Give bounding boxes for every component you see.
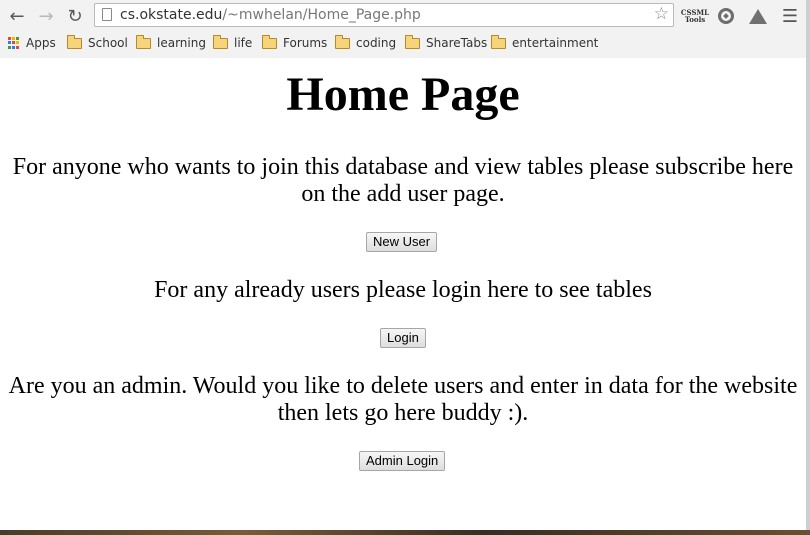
url-text[interactable]: cs.okstate.edu/~mwhelan/Home_Page.php <box>120 7 421 23</box>
bookmark-learning[interactable]: learning <box>136 34 206 52</box>
bookmark-life[interactable]: life <box>213 34 252 52</box>
bookmark-sharetabs[interactable]: ShareTabs <box>405 34 487 52</box>
folder-icon <box>213 34 228 49</box>
bookmark-star-icon[interactable]: ☆ <box>654 4 669 24</box>
subscribe-text: For anyone who wants to join this databa… <box>12 154 794 207</box>
bookmark-label: entertainment <box>512 36 599 50</box>
folder-icon <box>335 34 350 49</box>
cssml-tools-extension-icon[interactable]: CSSML Tools <box>681 5 709 27</box>
bookmark-label: coding <box>356 36 397 50</box>
desktop-background-strip <box>0 530 810 535</box>
folder-icon <box>67 34 82 49</box>
bookmark-label: learning <box>157 36 206 50</box>
page-title: Home Page <box>286 68 520 121</box>
url-host: cs.okstate.edu <box>120 7 223 23</box>
url-path: /~mwhelan/Home_Page.php <box>222 7 421 23</box>
folder-icon <box>262 34 277 49</box>
page-content: Home Page For anyone who wants to join t… <box>0 58 806 530</box>
folder-icon <box>405 34 420 49</box>
bookmark-label: ShareTabs <box>426 36 488 50</box>
bookmark-school[interactable]: School <box>67 34 128 52</box>
page-icon <box>102 8 112 21</box>
compass-extension-icon[interactable] <box>715 5 737 27</box>
forward-arrow-icon[interactable]: → <box>35 5 57 27</box>
bookmark-forums[interactable]: Forums <box>262 34 327 52</box>
browser-toolbar: ← → ↻ cs.okstate.edu/~mwhelan/Home_Page.… <box>0 0 806 32</box>
login-button[interactable]: Login <box>380 328 426 348</box>
folder-icon <box>491 34 506 49</box>
new-user-button[interactable]: New User <box>366 232 438 252</box>
admin-text: Are you an admin. Would you like to dele… <box>8 373 798 426</box>
bookmark-label: life <box>234 36 253 50</box>
folder-icon <box>136 34 151 49</box>
bookmark-label: School <box>88 36 128 50</box>
bookmark-coding[interactable]: coding <box>335 34 396 52</box>
back-arrow-icon[interactable]: ← <box>6 5 28 27</box>
login-text: For any already users please login here … <box>154 277 652 303</box>
apps-grid-icon <box>8 37 20 49</box>
address-bar[interactable]: cs.okstate.edu/~mwhelan/Home_Page.php ☆ <box>94 3 674 27</box>
bookmarks-bar: Apps School learning life Forums coding … <box>0 32 806 54</box>
browser-chrome: ← → ↻ cs.okstate.edu/~mwhelan/Home_Page.… <box>0 0 806 59</box>
bookmark-apps[interactable]: Apps <box>8 34 56 52</box>
bookmark-label: Apps <box>26 36 56 50</box>
reload-icon[interactable]: ↻ <box>64 5 86 27</box>
bookmark-entertainment[interactable]: entertainment <box>491 34 598 52</box>
window-edge <box>806 0 810 535</box>
drive-extension-icon[interactable] <box>747 5 769 27</box>
admin-login-button[interactable]: Admin Login <box>359 451 446 471</box>
menu-icon[interactable]: ☰ <box>779 5 801 27</box>
bookmark-label: Forums <box>283 36 328 50</box>
